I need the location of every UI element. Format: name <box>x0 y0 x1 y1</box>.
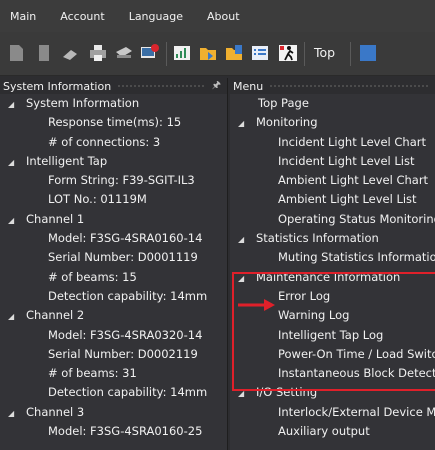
screen-error-icon[interactable] <box>140 43 160 63</box>
tree-item[interactable]: LOT No.: 01119M <box>0 190 227 209</box>
tree-group[interactable]: ◢ Intelligent Tap <box>0 152 227 171</box>
tree-item-label: Response time(ms): 15 <box>48 115 182 130</box>
tree-item-label: Model: F3SG-4SRA0320-14 <box>48 327 203 342</box>
tree-group-label: Monitoring <box>256 115 318 130</box>
tree-item-label: # of beams: 31 <box>48 366 137 381</box>
tree-item-label: Serial Number: D0002119 <box>48 346 198 361</box>
menu-main[interactable]: Main <box>10 10 36 23</box>
menu-panel: Menu Top Page ◢ Monitoring Incident Light L… <box>230 78 435 450</box>
tree-item-label: Model: F3SG-4SRA0160-25 <box>48 424 203 439</box>
tree-item[interactable]: Auxiliary output <box>230 422 435 441</box>
tree-item[interactable]: Muting Statistics Information <box>230 248 435 267</box>
tree-item[interactable]: Serial Number: D0002119 <box>0 345 227 364</box>
tree-item[interactable]: # of beams: 31 <box>0 364 227 383</box>
panel-title: Menu <box>233 79 264 93</box>
tree-item[interactable]: # of beams: 15 <box>0 268 227 287</box>
emergency-exit-icon[interactable] <box>278 43 298 63</box>
printer-icon[interactable] <box>88 43 108 63</box>
tree-item-label: LOT No.: 01119M <box>48 192 147 207</box>
tree-item[interactable]: Operating Status Monitoring <box>230 210 435 229</box>
tree-item-label: Incident Light Level List <box>278 153 415 168</box>
menu-panel-header: Menu <box>230 78 435 94</box>
new-document-icon[interactable] <box>6 43 26 63</box>
tree-item-label: Incident Light Level Chart <box>278 134 426 149</box>
system-information-panel-header: System Information 🖈 <box>0 78 227 94</box>
tree-item[interactable]: Interlock/External Device Monitoring <box>230 403 435 422</box>
menu-about[interactable]: About <box>207 10 240 23</box>
tree-item[interactable]: Serial Number: D0001119 <box>0 248 227 267</box>
tree-item[interactable]: Model: F3SG-4SRA0160-25 <box>0 422 227 441</box>
tree-item-label: Ambient Light Level Chart <box>278 173 429 188</box>
expand-triangle-icon[interactable]: ◢ <box>8 95 18 114</box>
tree-item[interactable]: Ambient Light Level Chart <box>230 171 435 190</box>
tree-item[interactable]: Model: F3SG-4SRA0320-14 <box>0 326 227 345</box>
pin-icon[interactable]: 🖈 <box>212 78 221 95</box>
toolbar-separator <box>350 42 351 66</box>
tree-group[interactable]: ◢ Statistics Information <box>230 229 435 248</box>
tree-item-label: Interlock/External Device Monitoring <box>278 404 435 419</box>
tree-item[interactable]: Top Page <box>230 94 435 113</box>
tree-item-label: Detection capability: 14mm <box>48 385 208 400</box>
tree-item-label: # of beams: 15 <box>48 269 137 284</box>
tree-item[interactable]: # of connections: 3 <box>0 133 227 152</box>
chart-icon[interactable] <box>172 43 192 63</box>
tree-group[interactable]: ◢ Monitoring <box>230 113 435 132</box>
drag-grip[interactable] <box>117 83 206 89</box>
tree-group-label: Statistics Information <box>256 231 379 246</box>
list-icon[interactable] <box>250 43 270 63</box>
tree-group-label: System Information <box>26 96 140 110</box>
folder-chart-icon[interactable] <box>224 43 244 63</box>
tree-item[interactable]: Model: F3SG-4SRA0160-14 <box>0 229 227 248</box>
tree-group-label: Intelligent Tap <box>26 153 108 168</box>
tree-item[interactable]: Ambient Light Level List <box>230 190 435 209</box>
menu-bar: Main Account Language About <box>0 0 435 32</box>
expand-triangle-icon[interactable]: ◢ <box>8 211 18 230</box>
menu-account[interactable]: Account <box>60 10 104 23</box>
system-information-panel: System Information 🖈 ◢ System Information… <box>0 78 228 450</box>
tree-group-label: Channel 3 <box>26 404 85 419</box>
tree-item-label: Auxiliary output <box>278 424 370 439</box>
tree-item-label: Serial Number: D0001119 <box>48 250 198 265</box>
eraser-icon[interactable] <box>60 43 80 63</box>
tree-group-label: Channel 1 <box>26 211 85 226</box>
tree-group-label: Channel 2 <box>26 308 85 323</box>
tree-group[interactable]: ◢ System Information <box>0 94 227 113</box>
toolbar: Top <box>0 32 435 76</box>
scanner-icon[interactable] <box>114 43 134 63</box>
tree-item[interactable]: Detection capability: 14mm <box>0 287 227 306</box>
tree-item-label: Operating Status Monitoring <box>278 211 435 226</box>
expand-triangle-icon[interactable]: ◢ <box>238 114 248 133</box>
arrow-icon <box>238 299 275 311</box>
tree-item-label: Top Page <box>258 96 309 110</box>
tree-group[interactable]: ◢ Channel 2 <box>0 306 227 325</box>
tree-item-label: Detection capability: 14mm <box>48 288 208 303</box>
tree-item-label: Ambient Light Level List <box>278 192 417 207</box>
bookmark-icon[interactable] <box>34 43 54 63</box>
toolbar-separator <box>304 42 305 66</box>
partial-toolbar-icon[interactable] <box>358 43 378 63</box>
menu-language[interactable]: Language <box>129 10 183 23</box>
tree-item-label: # of connections: 3 <box>48 134 161 149</box>
tree-group[interactable]: ◢ Channel 3 <box>0 403 227 422</box>
expand-triangle-icon[interactable]: ◢ <box>238 230 248 249</box>
tree-item[interactable]: Incident Light Level Chart <box>230 133 435 152</box>
toolbar-separator <box>166 42 167 66</box>
tree-item[interactable]: Detection capability: 14mm <box>0 383 227 402</box>
expand-triangle-icon[interactable]: ◢ <box>8 404 18 423</box>
tree-group[interactable]: ◢ Channel 1 <box>0 210 227 229</box>
tree-item-label: Model: F3SG-4SRA0160-14 <box>48 231 203 246</box>
tree-item-label: Muting Statistics Information <box>278 250 435 265</box>
tree-item[interactable]: Form String: F39-SGIT-IL3 <box>0 171 227 190</box>
drag-grip[interactable] <box>269 83 429 89</box>
folder-icon[interactable] <box>198 43 218 63</box>
expand-triangle-icon[interactable]: ◢ <box>8 153 18 172</box>
tree-item[interactable]: Response time(ms): 15 <box>0 113 227 132</box>
system-information-tree: ◢ System Information Response time(ms): 15… <box>0 94 227 441</box>
top-button[interactable]: Top <box>314 45 335 60</box>
tree-item[interactable]: Incident Light Level List <box>230 152 435 171</box>
expand-triangle-icon[interactable]: ◢ <box>8 307 18 326</box>
panel-title: System Information <box>3 79 112 93</box>
highlight-box <box>232 272 435 391</box>
tree-item-label: Form String: F39-SGIT-IL3 <box>48 173 195 188</box>
